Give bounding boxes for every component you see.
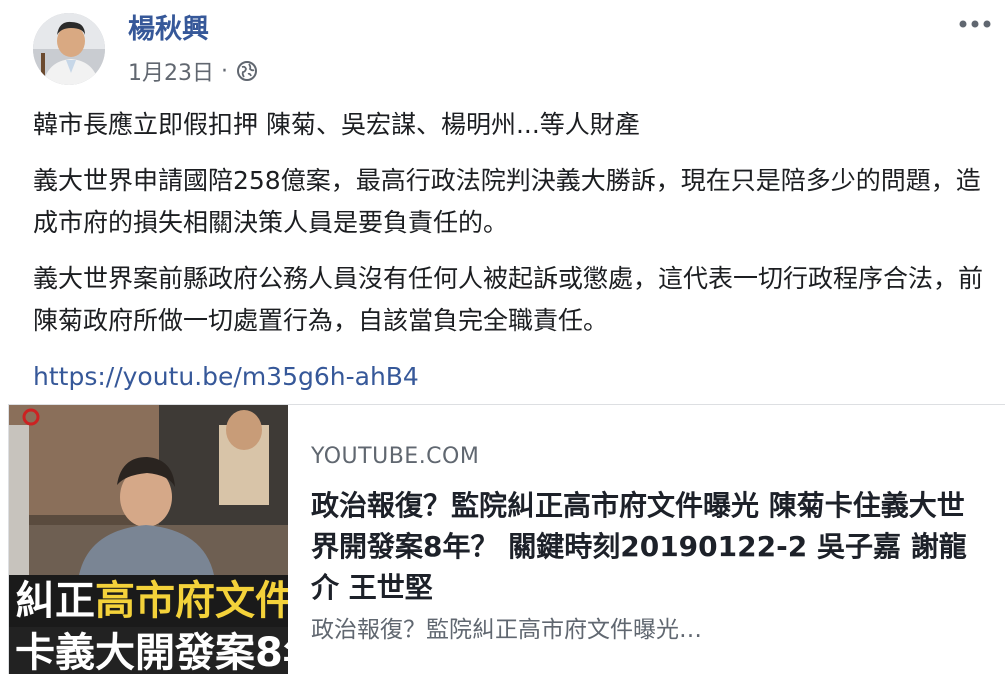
author-name[interactable]: 楊秋興 bbox=[128, 10, 209, 50]
facebook-post: 楊秋興 1月23日 · 韓市長應立即假扣押 陳菊、吳宏謀、楊明州...等人財產 bbox=[0, 0, 1005, 674]
thumbnail-caption-line1: 糾正高市府文件 bbox=[9, 575, 288, 627]
card-description: 政治報復？監院糾正高市府文件曝光… bbox=[311, 617, 702, 643]
thumbnail-caption-line2: 卡義大開發案8年 bbox=[9, 627, 288, 674]
post-meta: 1月23日 · bbox=[128, 54, 258, 88]
globe-icon[interactable] bbox=[236, 60, 258, 82]
post-body: 韓市長應立即假扣押 陳菊、吳宏謀、楊明州...等人財產 義大世界申請國陪258億… bbox=[33, 104, 983, 412]
more-options-button[interactable] bbox=[955, 12, 995, 36]
post-header: 楊秋興 1月23日 · bbox=[0, 0, 1005, 96]
card-title[interactable]: 政治報復？監院糾正高市府文件曝光 陳菊卡住義大世界開發案8年？ 關鍵時刻2019… bbox=[311, 485, 991, 608]
post-link-paragraph: https://youtu.be/m35g6h-ahB4 bbox=[33, 356, 983, 398]
youtube-link[interactable]: https://youtu.be/m35g6h-ahB4 bbox=[33, 362, 419, 391]
more-horizontal-icon bbox=[959, 20, 991, 28]
meta-separator: · bbox=[221, 58, 228, 84]
avatar[interactable] bbox=[33, 13, 105, 85]
post-paragraph: 韓市長應立即假扣押 陳菊、吳宏謀、楊明州...等人財產 bbox=[33, 110, 640, 139]
link-preview-card[interactable]: 糾正高市府文件 卡義大開發案8年 YOUTUBE.COM 政治報復？監院糾正高市… bbox=[8, 404, 1005, 674]
thumbnail-caption-yellow: 高市府文件 bbox=[95, 578, 288, 624]
post-paragraph: 義大世界案前縣政府公務人員沒有任何人被起訴或懲處，這代表一切行政程序合法，前陳菊… bbox=[33, 264, 984, 335]
post-date[interactable]: 1月23日 bbox=[128, 55, 214, 87]
video-thumbnail[interactable]: 糾正高市府文件 卡義大開發案8年 bbox=[9, 405, 288, 674]
card-info[interactable]: YOUTUBE.COM 政治報復？監院糾正高市府文件曝光 陳菊卡住義大世界開發案… bbox=[311, 441, 1001, 648]
avatar-image bbox=[33, 13, 105, 85]
thumbnail-caption-white: 糾正 bbox=[15, 578, 95, 624]
card-domain: YOUTUBE.COM bbox=[311, 444, 480, 469]
post-paragraph: 義大世界申請國陪258億案，最高行政法院判決義大勝訴，現在只是陪多少的問題，造成… bbox=[33, 166, 981, 237]
